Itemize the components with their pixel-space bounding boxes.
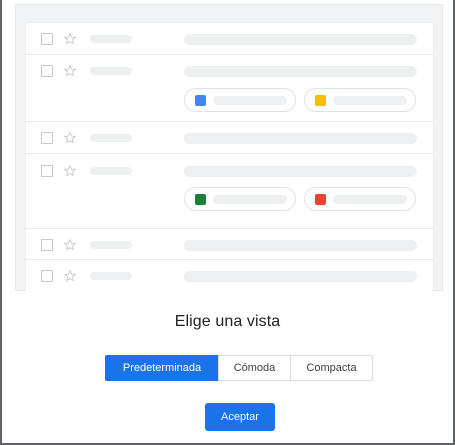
subject-placeholder <box>184 166 417 177</box>
attachment-name-placeholder <box>213 96 287 105</box>
list-item <box>26 229 433 260</box>
checkbox-icon <box>41 65 53 77</box>
star-icon <box>63 238 77 251</box>
checkbox-icon <box>41 132 53 144</box>
sender-placeholder <box>90 134 132 142</box>
attachment-chip <box>304 187 416 211</box>
star-icon <box>63 32 77 45</box>
density-selector: Predeterminada Cómoda Compacta <box>105 355 373 381</box>
view-chooser-dialog: Elige una vista Predeterminada Cómoda Co… <box>0 0 455 445</box>
sender-placeholder <box>90 241 132 249</box>
attachment-name-placeholder <box>333 96 407 105</box>
star-icon <box>63 131 77 144</box>
star-icon <box>63 164 77 177</box>
sheets-icon <box>195 194 206 205</box>
star-icon <box>63 64 77 77</box>
option-default-button[interactable]: Predeterminada <box>105 355 219 381</box>
attachment-chip <box>304 88 416 112</box>
checkbox-icon <box>41 33 53 45</box>
list-item <box>26 55 433 122</box>
subject-placeholder <box>184 34 417 45</box>
attachment-chip <box>184 88 296 112</box>
star-icon <box>63 269 77 282</box>
sender-placeholder <box>90 167 132 175</box>
list-item <box>26 122 433 154</box>
subject-placeholder <box>184 240 417 251</box>
dialog-title: Elige una vista <box>174 313 281 330</box>
subject-placeholder <box>184 271 417 282</box>
option-comfortable-button[interactable]: Cómoda <box>218 355 291 381</box>
docs-icon <box>195 95 206 106</box>
list-item <box>26 260 433 292</box>
slides-icon <box>315 95 326 106</box>
list-item <box>26 23 433 55</box>
subject-placeholder <box>184 66 417 77</box>
attachment-name-placeholder <box>213 195 287 204</box>
subject-placeholder <box>184 133 417 144</box>
sender-placeholder <box>90 67 132 75</box>
option-compact-button[interactable]: Compacta <box>290 355 373 381</box>
attachment-chip <box>184 187 296 211</box>
attachment-name-placeholder <box>333 195 407 204</box>
sender-placeholder <box>90 35 132 43</box>
checkbox-icon <box>41 239 53 251</box>
list-item <box>26 154 433 229</box>
accept-button[interactable]: Aceptar <box>205 403 275 431</box>
sender-placeholder <box>90 272 132 280</box>
inbox-preview-list <box>26 23 433 292</box>
photo-icon <box>315 194 326 205</box>
checkbox-icon <box>41 165 53 177</box>
inbox-preview <box>15 4 443 292</box>
checkbox-icon <box>41 270 53 282</box>
